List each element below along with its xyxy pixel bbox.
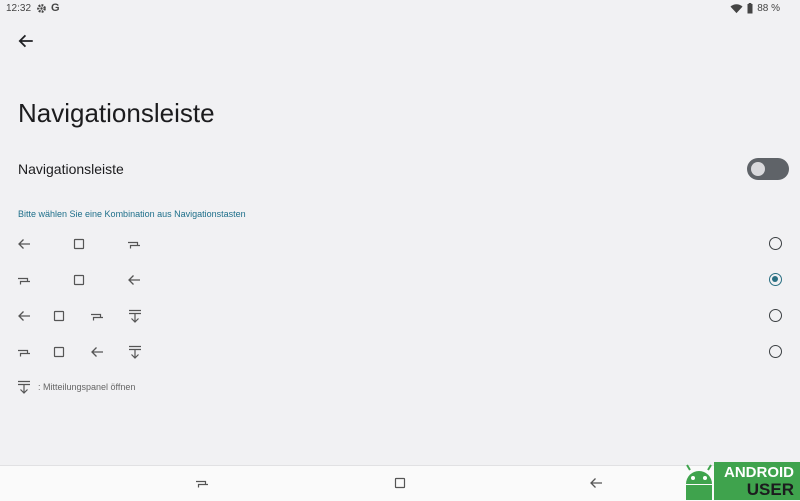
watermark-banner: ANDROID USER [714, 462, 800, 500]
back-arrow-icon [126, 272, 142, 288]
recents-icon [126, 236, 142, 252]
toggle-knob [751, 162, 765, 176]
back-arrow-icon [18, 34, 33, 48]
recents-icon [16, 344, 32, 360]
back-arrow-icon [16, 308, 32, 324]
option-1-radio[interactable] [769, 237, 782, 250]
option-row-4[interactable] [0, 338, 800, 368]
gear-icon [37, 4, 46, 13]
square-icon [71, 272, 87, 288]
option-row-2[interactable] [0, 266, 800, 296]
recents-icon [16, 272, 32, 288]
option-4-radio[interactable] [769, 345, 782, 358]
home-button[interactable] [392, 475, 408, 491]
recents-icon [89, 308, 105, 324]
square-icon [51, 344, 67, 360]
legend-text: : Mitteilungspanel öffnen [38, 382, 136, 392]
watermark-line1: ANDROID [724, 464, 794, 481]
back-arrow-icon [89, 344, 105, 360]
option-3-radio[interactable] [769, 309, 782, 322]
wifi-icon [730, 4, 743, 14]
page-title: Navigationsleiste [18, 98, 215, 128]
watermark-line2: USER [746, 480, 794, 499]
battery-percent: 88 % [757, 3, 780, 14]
back-nav-button[interactable] [588, 475, 604, 491]
watermark: ANDROID USER [680, 462, 800, 500]
google-g-icon: G [51, 2, 60, 14]
navigation-bar-setting-label[interactable]: Navigationsleiste [18, 161, 124, 177]
back-button[interactable] [15, 30, 37, 52]
android-robot-icon [686, 464, 712, 500]
status-right-icons: 88 % [730, 3, 780, 14]
notification-panel-icon [127, 308, 143, 324]
navigation-bar-toggle[interactable] [747, 158, 789, 180]
status-left-icons: G [36, 3, 60, 14]
hint-text: Bitte wählen Sie eine Kombination aus Na… [18, 209, 246, 219]
notification-panel-icon [127, 344, 143, 360]
square-icon [51, 308, 67, 324]
back-arrow-icon [16, 236, 32, 252]
option-2-radio[interactable] [769, 273, 782, 286]
status-bar: 12:32 G 88 % [0, 0, 800, 18]
status-time: 12:32 [6, 3, 32, 14]
option-row-3[interactable] [0, 302, 800, 332]
legend: : Mitteilungspanel öffnen [16, 379, 135, 395]
square-icon [71, 236, 87, 252]
recents-button[interactable] [194, 475, 210, 491]
notification-panel-icon [16, 379, 32, 395]
battery-icon [747, 3, 753, 14]
option-row-1[interactable] [0, 230, 800, 260]
